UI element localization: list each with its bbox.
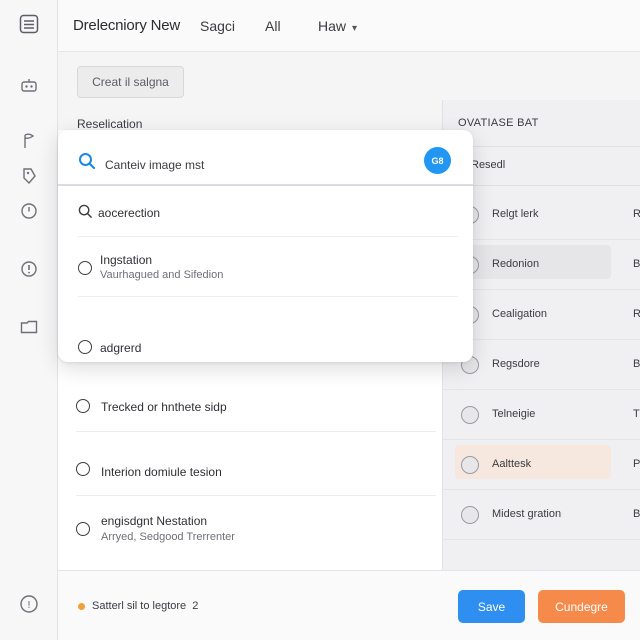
panel-item-label: Relgt lerk: [492, 208, 539, 220]
status-message: Satterl sil to legtore: [92, 600, 187, 612]
panel-item-edge-label: B: [633, 258, 640, 270]
left-rail: !: [0, 0, 58, 640]
panel-item-label: Regsdore: [492, 358, 540, 370]
item-icon: [461, 456, 479, 474]
section-label: Reselication: [77, 117, 143, 131]
panel-item-edge-label: P: [633, 458, 640, 470]
list-item[interactable]: Trecked or hnthete sidp: [76, 375, 436, 432]
radio-button[interactable]: [78, 261, 92, 275]
create-button[interactable]: Creat il salgna: [77, 66, 184, 98]
footer-bar: Satterl sil to legtore 2 Save Cundegre: [58, 570, 640, 640]
list-item[interactable]: engisdgnt Nestation Arryed, Sedgood Trer…: [76, 496, 436, 560]
popup-option[interactable]: aocerection: [78, 202, 458, 222]
panel-item-label: Cealigation: [492, 308, 548, 320]
menu-icon[interactable]: [18, 13, 40, 35]
nav-dropdown[interactable]: Haw ▾: [318, 18, 357, 34]
search-input[interactable]: Canteiv image mst: [105, 158, 204, 172]
search-popup: Canteiv image mst G8 aocerection Ingstat…: [58, 130, 473, 362]
status-text: Satterl sil to legtore 2: [92, 600, 198, 612]
cancel-button[interactable]: Cundegre: [538, 590, 625, 623]
panel-item-label: Redonion: [492, 258, 540, 270]
panel-item-edge-label: B: [633, 508, 640, 520]
top-bar: Drelecniory New Sagci All Haw ▾: [58, 0, 640, 52]
help-icon[interactable]: !: [18, 593, 40, 615]
panel-item[interactable]: Aalttesk P: [443, 440, 640, 490]
radio-button[interactable]: [76, 522, 90, 536]
nav-item-1[interactable]: All: [265, 18, 281, 34]
popup-option[interactable]: Ingstation Vaurhagued and Sifedion: [78, 250, 458, 290]
popup-option-title: adgrerd: [100, 341, 142, 355]
ai-assist-button[interactable]: G8: [424, 147, 451, 174]
radio-button[interactable]: [76, 462, 90, 476]
panel-item-edge-label: B: [633, 358, 640, 370]
nav-item-0[interactable]: Sagci: [200, 18, 235, 34]
app-title: Drelecniory New: [73, 17, 181, 34]
panel-subtitle: Resedl: [471, 159, 506, 171]
search-icon: [78, 204, 92, 218]
save-button[interactable]: Save: [458, 590, 525, 623]
clock-icon[interactable]: [18, 200, 40, 222]
panel-item[interactable]: Telneigie T: [443, 390, 640, 440]
popup-option-title: aocerection: [98, 206, 161, 220]
list-item[interactable]: Interion domiule tesion: [76, 432, 436, 496]
search-icon: [79, 153, 96, 170]
panel-item-edge-label: R: [633, 308, 640, 320]
item-icon: [461, 406, 479, 424]
popup-option-subtitle: Vaurhagued and Sifedion: [100, 269, 224, 281]
tag-icon[interactable]: [18, 165, 40, 187]
flag-icon[interactable]: [18, 130, 40, 152]
panel-item-label: Aalttesk: [492, 458, 532, 470]
search-bar[interactable]: Canteiv image mst G8: [58, 130, 473, 186]
radio-button[interactable]: [78, 340, 92, 354]
status-count: 2: [192, 600, 199, 612]
robot-icon[interactable]: [18, 75, 40, 97]
list-item-title: Trecked or hnthete sidp: [101, 400, 227, 414]
panel-item[interactable]: Midest gration B: [443, 490, 640, 540]
panel-item-edge-label: R: [633, 208, 640, 220]
divider: [78, 296, 458, 297]
panel-item-label: Telneigie: [492, 408, 536, 420]
item-icon: [461, 506, 479, 524]
radio-button[interactable]: [76, 399, 90, 413]
popup-option[interactable]: adgrerd: [78, 338, 458, 358]
svg-text:!: !: [27, 600, 31, 611]
panel-item-edge-label: T: [633, 408, 640, 420]
folder-icon[interactable]: [18, 316, 40, 338]
list-item-title: engisdgnt Nestation: [101, 514, 208, 528]
info-icon[interactable]: [18, 258, 40, 280]
list-item-title: Interion domiule tesion: [101, 465, 222, 479]
list-item-subtitle: Arryed, Sedgood Trerrenter: [101, 531, 235, 543]
chevron-down-icon: ▾: [352, 23, 358, 34]
popup-option-title: Ingstation: [100, 253, 153, 267]
nav-item-2: Haw: [318, 18, 347, 34]
panel-item-label: Midest gration: [492, 508, 562, 520]
status-dot: [78, 603, 85, 610]
divider: [78, 236, 458, 237]
panel-title: OVATIASE BAT: [458, 117, 539, 129]
